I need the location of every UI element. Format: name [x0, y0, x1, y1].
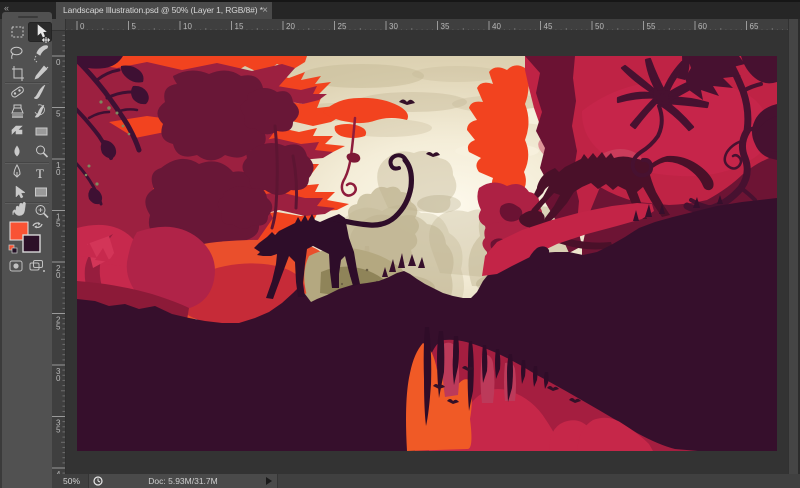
svg-text:0: 0 — [56, 271, 61, 280]
svg-text:0: 0 — [56, 168, 61, 177]
svg-text:5: 5 — [56, 426, 61, 435]
svg-text:0: 0 — [56, 58, 61, 67]
svg-text:5: 5 — [56, 110, 61, 119]
svg-text:5: 5 — [56, 220, 61, 229]
svg-text:0: 0 — [56, 374, 61, 383]
svg-text:5: 5 — [56, 323, 61, 332]
svg-text:T: T — [36, 166, 44, 181]
